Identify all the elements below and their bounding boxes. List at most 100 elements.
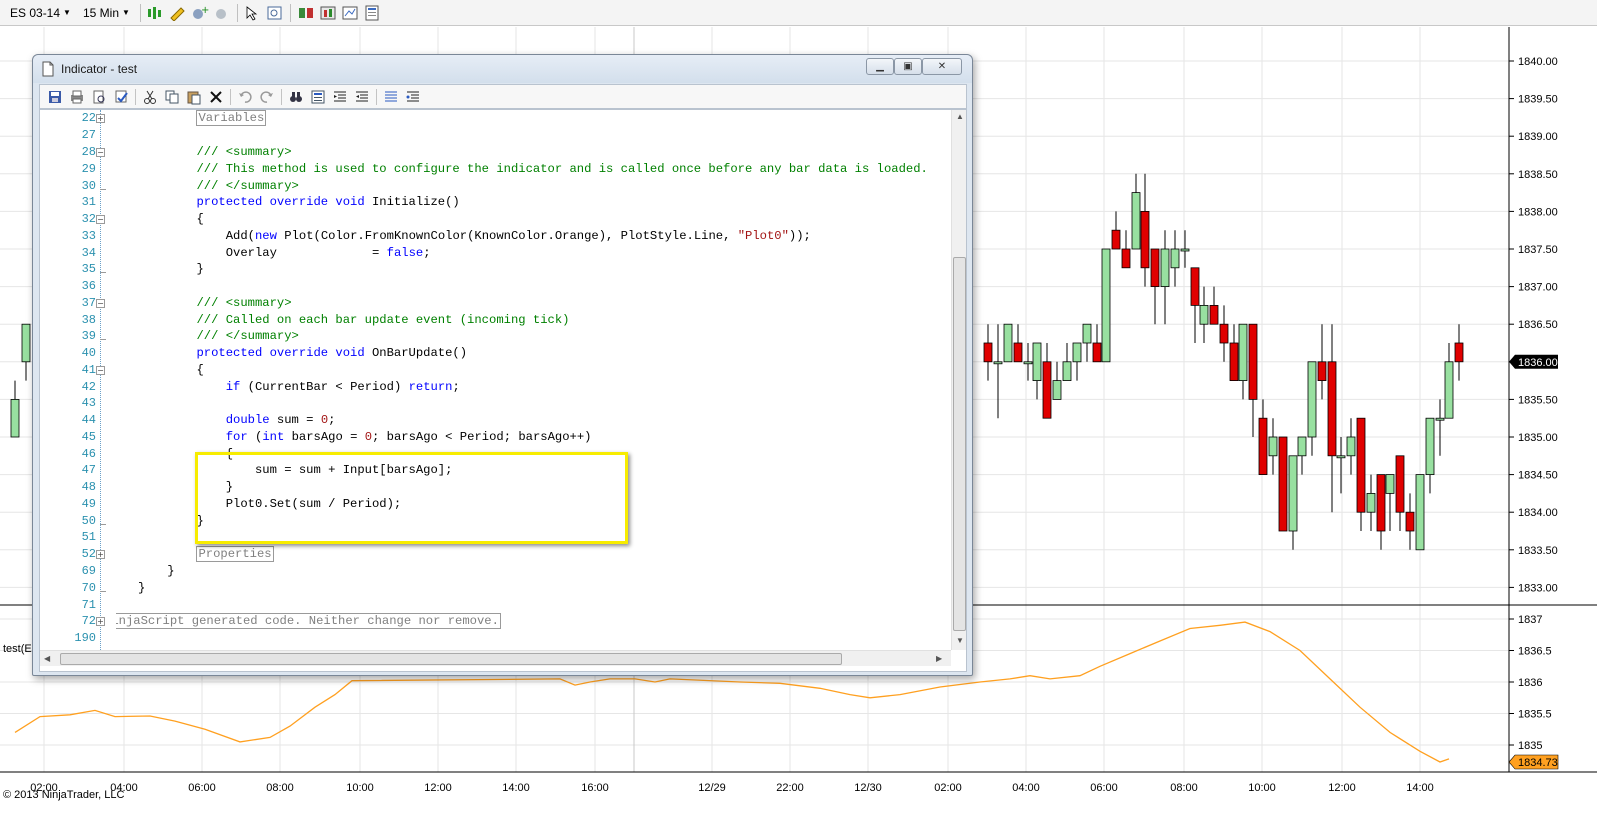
indent-icon[interactable]	[351, 86, 373, 108]
indicator-editor-window[interactable]: Indicator - test ▁ ▣ ✕ 22 27 28 29 30 31…	[32, 54, 973, 676]
candle-down	[983, 342, 993, 363]
collapsed-region[interactable]: Variables	[196, 110, 267, 126]
line-number: 49	[81, 497, 96, 511]
print-icon[interactable]	[66, 86, 88, 108]
compile-icon[interactable]	[110, 86, 132, 108]
expand-region-icon[interactable]: +	[96, 550, 105, 559]
candle-up	[1435, 417, 1445, 421]
chevron-down-icon: ▼	[63, 8, 71, 17]
line-number: 190	[74, 631, 96, 645]
line-number: 47	[81, 463, 96, 477]
code-line: {	[196, 212, 204, 226]
candle-down	[1121, 248, 1131, 269]
candle-down	[1229, 342, 1239, 381]
svg-text:+: +	[201, 5, 209, 16]
paste-icon[interactable]	[183, 86, 205, 108]
code-line: }	[137, 581, 146, 595]
code-line: {	[225, 447, 234, 461]
template-icon[interactable]	[361, 2, 383, 24]
document-icon	[42, 61, 54, 77]
redo-icon[interactable]	[256, 86, 278, 108]
close-button[interactable]: ✕	[922, 58, 962, 75]
code-editor[interactable]: 22 27 28 29 30 31 32 33 34 35 36 37 38 39 40 41 42 43 44 45…	[39, 109, 967, 672]
undo-icon[interactable]	[234, 86, 256, 108]
collapse-region-icon[interactable]: −	[96, 215, 105, 224]
price-tick-label: 1837.50	[1518, 244, 1558, 256]
candle-up	[1160, 248, 1170, 287]
cut-icon[interactable]	[139, 86, 161, 108]
indicator-panel-label: test(E	[3, 643, 32, 655]
code-line: if (CurrentBar < Period) return;	[225, 380, 460, 394]
collapse-region-icon[interactable]: −	[96, 148, 105, 157]
time-tick-label: 14:00	[1406, 782, 1434, 794]
price-tick-label: 1834.00	[1518, 507, 1558, 519]
scroll-down-icon[interactable]: ▼	[956, 636, 964, 645]
vertical-scroll-thumb[interactable]	[953, 257, 966, 631]
copy-icon[interactable]	[161, 86, 183, 108]
instrument-selector[interactable]: ES 03-14 ▼	[4, 2, 77, 24]
horizontal-scroll-thumb[interactable]	[60, 653, 842, 665]
fold-guide	[100, 110, 101, 650]
line-number: 41	[81, 363, 96, 377]
price-tick-label: 1833.00	[1518, 582, 1558, 594]
code-text-area[interactable]: Variables /// <summary> /// This method …	[116, 110, 952, 650]
collapse-region-icon[interactable]: −	[96, 299, 105, 308]
scroll-left-icon[interactable]: ◀	[44, 654, 50, 663]
candle-up	[1415, 474, 1425, 551]
data-box-icon[interactable]	[339, 2, 361, 24]
candle-down	[1395, 455, 1405, 513]
expand-region-icon[interactable]: +	[96, 617, 105, 626]
comment-icon[interactable]	[380, 86, 402, 108]
maximize-button[interactable]: ▣	[894, 58, 922, 75]
collapsed-region[interactable]: NinjaScript generated code. Neither chan…	[116, 613, 501, 629]
properties-icon[interactable]	[295, 2, 317, 24]
code-line: /// <summary>	[196, 296, 292, 310]
candle-down	[1317, 361, 1327, 381]
pointer-icon[interactable]	[242, 2, 264, 24]
collapse-region-icon[interactable]: −	[96, 366, 105, 375]
minimize-button[interactable]: ▁	[866, 58, 894, 75]
zoom-icon[interactable]	[264, 2, 286, 24]
delete-icon[interactable]	[205, 86, 227, 108]
price-tick-label: 1839.00	[1518, 131, 1558, 143]
time-tick-label: 06:00	[188, 782, 216, 794]
strategies-icon[interactable]	[317, 2, 339, 24]
drawing-tool-icon[interactable]	[167, 2, 189, 24]
remove-indicator-icon[interactable]	[211, 2, 233, 24]
scroll-right-icon[interactable]: ▶	[936, 654, 942, 663]
uncomment-icon[interactable]	[402, 86, 424, 108]
toolbar-separator	[376, 88, 377, 105]
scroll-up-icon[interactable]: ▲	[956, 112, 964, 121]
candle-down	[1219, 323, 1229, 344]
collapsed-region[interactable]: Properties	[196, 546, 274, 562]
replace-icon[interactable]	[307, 86, 329, 108]
horizontal-scrollbar[interactable]: ◀ ▶	[40, 650, 951, 666]
candle-down	[1278, 436, 1288, 532]
code-line: /// This method is used to configure the…	[196, 162, 928, 176]
add-indicator-icon[interactable]: +	[189, 2, 211, 24]
candle-down	[1454, 342, 1464, 363]
candle-down	[1013, 342, 1023, 363]
line-number: 37	[81, 296, 96, 310]
chevron-down-icon: ▼	[122, 8, 130, 17]
code-line: }	[196, 514, 204, 528]
print-preview-icon[interactable]	[88, 86, 110, 108]
interval-label: 15 Min	[82, 5, 119, 20]
indicator-value-label: 1834.73	[1518, 757, 1558, 769]
candle-up	[1307, 361, 1317, 438]
expand-region-icon[interactable]: +	[96, 114, 105, 123]
vertical-scrollbar[interactable]: ▲ ▼	[951, 110, 966, 650]
interval-selector[interactable]: 15 Min ▼	[77, 2, 136, 24]
save-icon[interactable]	[44, 86, 66, 108]
code-line: }	[225, 480, 234, 494]
maximize-icon: ▣	[903, 61, 913, 72]
code-line: Variables	[116, 110, 267, 127]
line-number: 44	[81, 413, 96, 427]
code-line: Properties	[116, 546, 274, 563]
outdent-icon[interactable]	[329, 86, 351, 108]
line-number: 36	[81, 279, 96, 293]
window-titlebar[interactable]: Indicator - test ▁ ▣ ✕	[33, 55, 972, 83]
find-icon[interactable]	[285, 86, 307, 108]
bar-type-icon[interactable]	[145, 2, 167, 24]
candle-up	[1003, 323, 1013, 363]
